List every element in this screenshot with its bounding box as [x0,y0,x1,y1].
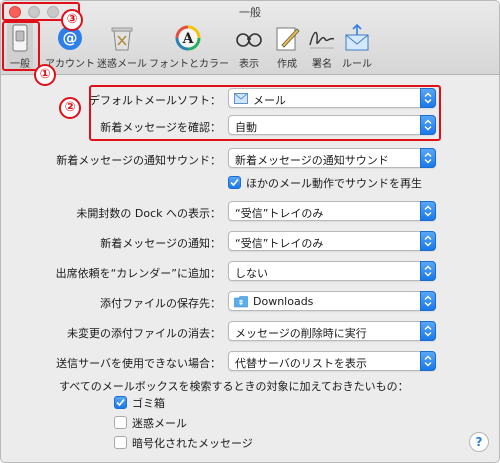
search-trash-checkbox[interactable] [114,396,127,409]
tab-signatures[interactable]: 署名 [305,21,339,71]
rules-envelope-icon [345,23,369,51]
search-junk-label: 迷惑メール [132,417,187,430]
calendar-value: しない [235,267,268,280]
default-mail-popup[interactable]: メール [228,88,436,108]
remove-attachments-value: メッセージの削除時に実行 [235,327,367,340]
save-attachments-value: Downloads [253,295,314,308]
tab-junk-label: 迷惑メール [97,59,147,70]
help-button[interactable]: ? [469,432,489,452]
folder-icon [234,296,248,308]
search-encrypted-label: 暗号化されたメッセージ [132,437,253,450]
annotation-box-general-tab [2,21,40,71]
check-new-popup[interactable]: 自動 [228,115,436,135]
check-new-label: 新着メッセージを確認： [100,121,221,134]
sound-label: 新着メッセージの通知サウンド： [56,154,221,167]
popup-stepper-icon [420,201,436,221]
signature-icon [309,31,335,49]
save-attachments-popup[interactable]: Downloads [228,291,436,311]
sound-popup[interactable]: 新着メッセージの通知サウンド [228,148,436,168]
dock-unread-popup[interactable]: “受信”トレイのみ [228,201,436,221]
annotation-number-1: ① [34,64,56,86]
compose-icon [276,27,300,51]
default-mail-label: デフォルトメールソフト： [89,94,221,107]
outgoing-server-value: 代替サーバのリストを表示 [235,357,367,370]
search-junk-checkbox[interactable] [114,416,127,429]
preferences-window: 一般 一般 @ アカウント 迷惑メール A フォントとカラー 表示 作成 署名 … [0,0,500,463]
trash-icon [111,27,133,51]
popup-stepper-icon [420,261,436,281]
notify-label: 新着メッセージの通知： [100,237,221,250]
calendar-popup[interactable]: しない [228,261,436,281]
mail-app-icon [234,93,248,104]
notify-value: “受信”トレイのみ [235,237,324,250]
tab-rules[interactable]: ルール [339,21,375,71]
dock-unread-label: 未開封数の Dock への表示： [76,207,221,220]
tab-junk[interactable]: 迷惑メール [97,21,147,71]
popup-stepper-icon [420,148,436,168]
popup-stepper-icon [420,321,436,341]
dock-unread-value: “受信”トレイのみ [235,207,324,220]
search-section-heading: すべてのメールボックスを検索するときの対象に加えておきたいもの： [59,380,409,393]
popup-stepper-icon [420,351,436,371]
notify-popup[interactable]: “受信”トレイのみ [228,231,436,251]
outgoing-server-popup[interactable]: 代替サーバのリストを表示 [228,351,436,371]
tab-viewing-label: 表示 [239,59,259,70]
svg-text:@: @ [63,29,78,47]
annotation-number-2: ② [59,97,81,119]
outgoing-server-label: 送信サーバを使用できない場合： [56,357,221,370]
popup-stepper-icon [420,115,436,135]
check-new-value: 自動 [235,121,257,134]
popup-stepper-icon [420,88,436,108]
tab-fonts-colors-label: フォントとカラー [149,59,229,70]
popup-stepper-icon [420,231,436,251]
tab-composing-label: 作成 [277,59,297,70]
search-encrypted-checkbox[interactable] [114,436,127,449]
font-color-icon: A [175,25,201,51]
play-other-sounds-checkbox[interactable] [228,176,241,189]
annotation-number-3: ③ [61,9,83,31]
tab-fonts-colors[interactable]: A フォントとカラー [149,21,229,71]
svg-text:A: A [182,31,195,47]
tab-signatures-label: 署名 [312,59,332,70]
glasses-icon [236,33,262,47]
play-other-sounds-label: ほかのメール動作でサウンドを再生 [246,177,422,190]
save-attachments-label: 添付ファイルの保存先： [100,297,221,310]
remove-attachments-popup[interactable]: メッセージの削除時に実行 [228,321,436,341]
default-mail-value: メール [253,94,286,107]
popup-stepper-icon [420,291,436,311]
tab-composing[interactable]: 作成 [269,21,305,71]
search-trash-label: ゴミ箱 [132,397,165,410]
remove-attachments-label: 未変更の添付ファイルの消去： [67,327,221,340]
tab-viewing[interactable]: 表示 [229,21,269,71]
sound-value: 新着メッセージの通知サウンド [235,154,389,167]
tab-rules-label: ルール [342,59,372,70]
calendar-label: 出席依頼を“カレンダー”に追加： [55,267,221,280]
